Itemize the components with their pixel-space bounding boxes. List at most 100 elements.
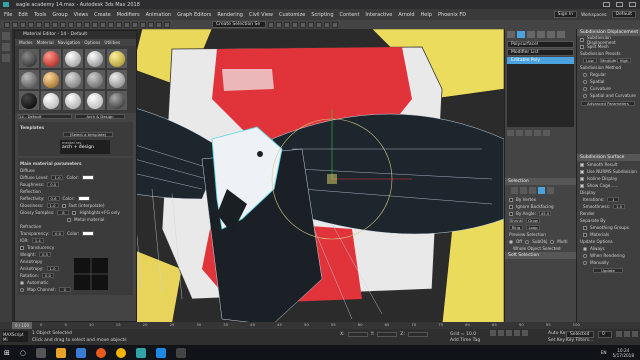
automatic-radio[interactable] — [20, 280, 24, 285]
material-type-button[interactable]: Arch & Design — [75, 114, 125, 119]
menu-graph-editors[interactable]: Graph Editors — [177, 12, 211, 18]
modify-tab-icon[interactable] — [517, 31, 525, 38]
link-icon[interactable] — [20, 21, 26, 28]
play-icon[interactable] — [506, 330, 512, 336]
menu-options[interactable]: Options — [84, 39, 100, 46]
smooth-result-checkbox[interactable] — [580, 162, 584, 167]
mirror-icon[interactable] — [268, 21, 274, 28]
ignore-backfacing-checkbox[interactable] — [509, 204, 513, 209]
material-slot[interactable] — [63, 49, 83, 68]
go-start-icon[interactable] — [490, 330, 496, 336]
highlights-checkbox[interactable] — [72, 210, 77, 215]
app-icon[interactable] — [175, 347, 186, 358]
material-slot[interactable] — [85, 49, 105, 68]
menu-file[interactable]: File — [4, 12, 12, 18]
vertex-mode-icon[interactable] — [511, 187, 518, 194]
material-slot[interactable] — [41, 49, 61, 68]
select-rotate-icon[interactable] — [92, 21, 98, 28]
render-setup-icon[interactable] — [316, 21, 322, 28]
preset-high-button[interactable]: High — [617, 58, 631, 63]
regular-radio[interactable] — [583, 72, 587, 77]
element-mode-icon[interactable] — [547, 187, 554, 194]
main-params-header[interactable]: Main material parameters — [20, 160, 131, 167]
material-slot[interactable] — [107, 70, 127, 89]
material-slot[interactable] — [85, 70, 105, 89]
firefox-icon[interactable] — [95, 347, 106, 358]
time-slider[interactable]: 0 / 100 — [12, 322, 32, 329]
advanced-params-button[interactable]: Advanced Parameters — [581, 101, 635, 106]
selected-dropdown[interactable]: Selected — [566, 331, 594, 338]
make-unique-icon[interactable] — [525, 130, 532, 136]
zoom-icon[interactable] — [616, 331, 622, 337]
diffuse-color-swatch[interactable] — [81, 175, 94, 180]
by-angle-checkbox[interactable] — [509, 211, 513, 216]
materials-checkbox[interactable] — [583, 232, 587, 237]
reflection-color-swatch[interactable] — [77, 196, 90, 201]
loop-button[interactable]: Loop — [526, 225, 540, 230]
material-slot[interactable] — [63, 70, 83, 89]
iterations-spinner[interactable]: 1 — [607, 197, 620, 202]
hierarchy-tab-icon[interactable] — [527, 31, 535, 38]
preset-medium-button[interactable]: Medium — [600, 58, 616, 63]
material-slot[interactable] — [107, 49, 127, 68]
isoline-checkbox[interactable] — [580, 176, 584, 181]
selection-set-input[interactable]: Create Selection Se — [212, 21, 266, 28]
material-slot[interactable] — [19, 91, 39, 110]
menu-civil-view[interactable]: Civil View — [249, 12, 273, 18]
sign-in-button[interactable]: Sign In — [553, 11, 578, 18]
object-name-field[interactable]: Polysurfacel — [507, 41, 574, 48]
motion-tab-icon[interactable] — [537, 31, 545, 38]
clock[interactable]: 10:24 5/17/2018 — [613, 348, 634, 358]
material-slot[interactable] — [63, 91, 83, 110]
material-slot[interactable] — [85, 91, 105, 110]
reference-coord-icon[interactable] — [116, 21, 122, 28]
menu-modifiers[interactable]: Modifiers — [117, 12, 140, 18]
language-indicator[interactable]: EN — [601, 350, 607, 355]
select-object-icon[interactable] — [52, 21, 58, 28]
select-place-icon[interactable] — [108, 21, 114, 28]
update-button[interactable]: Update — [593, 268, 623, 273]
undo-icon[interactable] — [4, 21, 10, 28]
unlink-icon[interactable] — [28, 21, 34, 28]
render-frame-icon[interactable] — [324, 21, 330, 28]
shrink-button[interactable]: Shrink — [509, 218, 523, 223]
material-editor-window[interactable]: Material Editor - 14 - Default Modes Mat… — [14, 30, 137, 322]
workspace-dropdown[interactable]: Default — [611, 11, 636, 18]
go-end-icon[interactable] — [522, 330, 528, 336]
preview-subobj-radio[interactable] — [525, 239, 530, 244]
pivot-center-icon[interactable] — [124, 21, 130, 28]
create-tab-icon[interactable] — [507, 31, 515, 38]
app-icon[interactable] — [3, 2, 9, 7]
3ds-max-icon[interactable] — [135, 347, 146, 358]
menu-material[interactable]: Material — [37, 39, 54, 46]
translucency-checkbox[interactable] — [20, 245, 24, 250]
anisotropy-spinner[interactable]: 1.0 — [46, 266, 59, 271]
stack-item-editable-poly[interactable]: Editable Poly — [507, 57, 574, 64]
select-scale-icon[interactable] — [100, 21, 106, 28]
metal-checkbox[interactable] — [67, 217, 71, 222]
curve-editor-icon[interactable] — [292, 21, 298, 28]
menu-interactive[interactable]: Interactive — [365, 12, 392, 18]
material-slot[interactable] — [41, 91, 61, 110]
add-time-tag[interactable]: Add Time Tag — [450, 338, 480, 343]
ribbon-tool-icon[interactable] — [2, 43, 10, 51]
smoothing-groups-checkbox[interactable] — [583, 225, 587, 230]
spinner-snap-icon[interactable] — [164, 21, 170, 28]
configure-sets-icon[interactable] — [543, 130, 550, 136]
bind-space-warp-icon[interactable] — [36, 21, 42, 28]
current-frame-field[interactable]: 0 — [598, 331, 612, 338]
material-name-field[interactable]: 14 - Default — [18, 114, 72, 119]
remove-modifier-icon[interactable] — [534, 130, 541, 136]
diffuse-level-spinner[interactable]: 1.0 — [51, 175, 64, 180]
material-slot[interactable] — [41, 70, 61, 89]
mail-icon[interactable] — [75, 347, 86, 358]
search-icon[interactable]: ○ — [20, 349, 26, 357]
menu-group[interactable]: Group — [52, 12, 67, 18]
prev-frame-icon[interactable] — [498, 330, 504, 336]
select-move-icon[interactable] — [84, 21, 90, 28]
glossiness-spinner[interactable]: 1.0 — [46, 203, 59, 208]
menu-scripting[interactable]: Scripting — [311, 12, 333, 18]
menu-rendering[interactable]: Rendering — [217, 12, 243, 18]
selection-rollout-header[interactable]: Selection — [505, 178, 576, 185]
menu-customize[interactable]: Customize — [279, 12, 305, 18]
